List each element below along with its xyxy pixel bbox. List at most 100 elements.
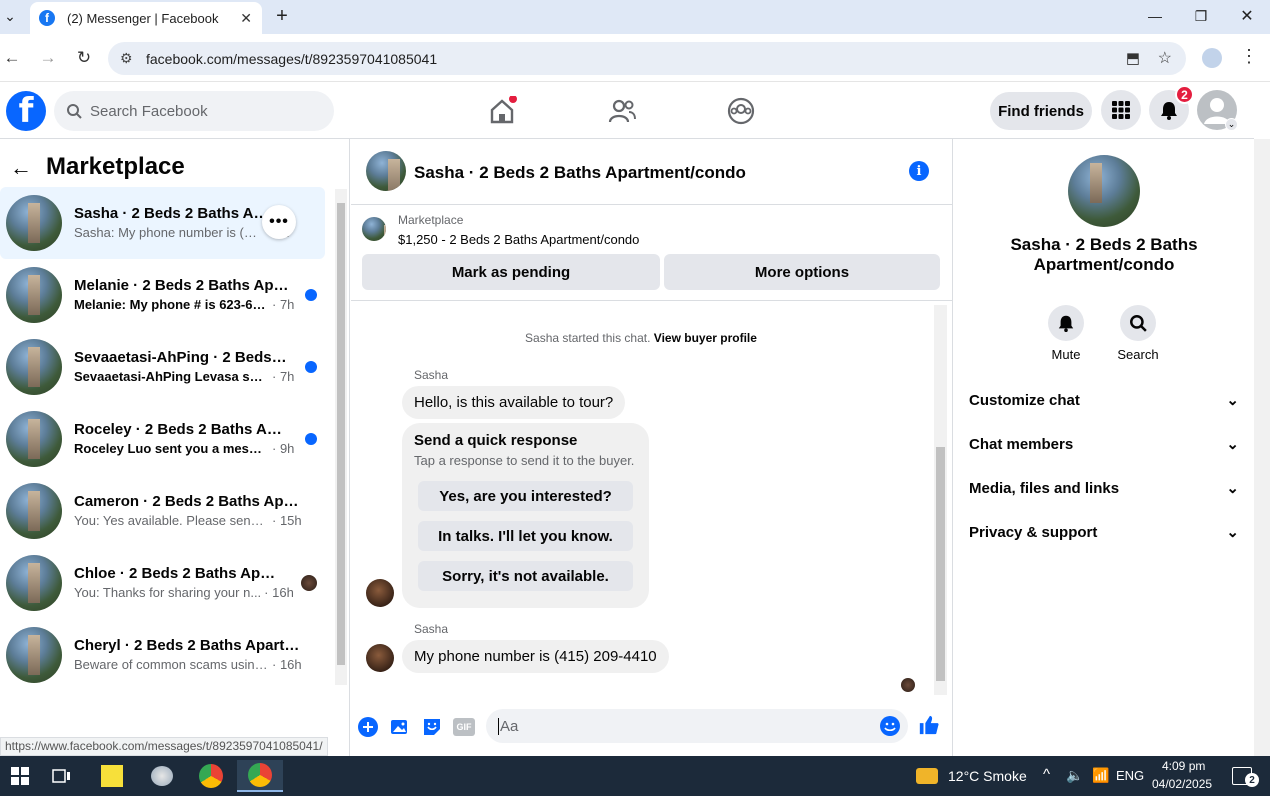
weather-text[interactable]: 12°C Smoke — [948, 768, 1027, 784]
gif-icon[interactable]: GIF — [453, 718, 475, 736]
conversation-item[interactable]: Sasha · 2 Beds 2 Baths Apartment/condo S… — [0, 187, 325, 259]
chat-avatar[interactable] — [366, 151, 406, 191]
home-icon[interactable] — [487, 96, 517, 126]
facebook-logo-icon[interactable]: f — [6, 91, 46, 131]
conversation-item[interactable]: Cameron · 2 Beds 2 Baths Apartment/condo… — [0, 475, 325, 547]
page-scrollbar[interactable] — [1254, 139, 1270, 756]
quick-response-card: Send a quick response Tap a response to … — [402, 423, 649, 608]
search-facebook-input[interactable]: Search Facebook — [54, 91, 334, 131]
chrome-icon[interactable] — [191, 760, 231, 792]
language-indicator[interactable]: ENG — [1116, 768, 1144, 783]
contact-avatar[interactable] — [1068, 155, 1140, 227]
conversation-preview: Roceley Luo sent you a messag... — [74, 441, 269, 456]
customize-chat-row[interactable]: Customize chat ⌄ — [969, 380, 1239, 420]
find-friends-button[interactable]: Find friends — [990, 92, 1092, 130]
back-arrow-icon[interactable]: ← — [10, 155, 32, 181]
media-files-row[interactable]: Media, files and links ⌄ — [969, 468, 1239, 508]
clock-time[interactable]: 4:09 pm — [1162, 759, 1205, 773]
marketplace-label: Marketplace — [398, 213, 464, 227]
message-input[interactable]: Aa — [486, 709, 908, 743]
chat-title[interactable]: Sasha · 2 Beds 2 Baths Apartment/condo — [414, 163, 746, 183]
contact-name: Sasha · 2 Beds 2 Baths Apartment/condo — [1010, 235, 1198, 274]
minimize-icon[interactable]: — — [1132, 0, 1178, 32]
more-options-icon[interactable]: ••• — [262, 205, 296, 239]
chat-scrollbar-thumb[interactable] — [936, 447, 945, 681]
menu-grid-button[interactable] — [1101, 90, 1141, 130]
conversation-time: · 9h — [272, 441, 295, 456]
profile-icon[interactable] — [1202, 48, 1222, 68]
list-scrollbar[interactable] — [335, 189, 347, 685]
browser-menu-icon[interactable]: ⋮ — [1240, 46, 1258, 67]
privacy-support-row[interactable]: Privacy & support ⌄ — [969, 512, 1239, 552]
new-tab-icon[interactable]: + — [262, 0, 302, 32]
listing-price-title[interactable]: $1,250 - 2 Beds 2 Baths Apartment/condo — [398, 232, 639, 247]
conversation-name: Chloe · 2 Beds 2 Baths Apartment/condo — [74, 565, 280, 582]
sticky-notes-icon[interactable] — [92, 760, 132, 792]
quick-reply-not-available-button[interactable]: Sorry, it's not available. — [418, 561, 633, 591]
tab-search-icon[interactable]: ⌄ — [0, 0, 20, 32]
tray-chevron-icon[interactable]: ^ — [1043, 766, 1050, 783]
info-icon[interactable]: i — [909, 161, 929, 181]
groups-icon[interactable] — [726, 96, 756, 126]
like-thumb-icon[interactable] — [918, 714, 940, 736]
chrome-active-icon[interactable] — [237, 760, 283, 792]
url-bar[interactable]: ⚙ facebook.com/messages/t/89235970410850… — [108, 42, 1186, 75]
chevron-down-icon: ⌄ — [1226, 480, 1239, 497]
restore-icon[interactable]: ❐ — [1178, 0, 1224, 32]
sender-avatar[interactable] — [366, 579, 394, 607]
mark-pending-button[interactable]: Mark as pending — [362, 254, 660, 290]
reload-icon[interactable]: ↻ — [72, 46, 96, 70]
listing-thumbnail — [6, 267, 62, 323]
volume-icon[interactable]: 🔈 — [1066, 767, 1083, 784]
chat-members-row[interactable]: Chat members ⌄ — [969, 424, 1239, 464]
message-placeholder: Aa — [498, 717, 519, 735]
chevron-down-icon: ⌄ — [1226, 392, 1239, 409]
seen-avatar — [901, 678, 915, 692]
windows-start-icon[interactable] — [0, 760, 40, 792]
sticker-icon[interactable] — [421, 716, 443, 738]
clock-date[interactable]: 04/02/2025 — [1152, 777, 1212, 791]
chat-started-notice: Sasha started this chat. View buyer prof… — [351, 331, 931, 345]
browser-tab-bar: ⌄ f (2) Messenger | Facebook ✕ + — ❐ ✕ — [0, 0, 1270, 34]
weather-icon[interactable] — [912, 760, 942, 792]
listing-thumbnail[interactable] — [362, 217, 386, 241]
bookmark-star-icon[interactable]: ☆ — [1158, 48, 1172, 68]
notification-center-icon[interactable]: 2 — [1224, 760, 1260, 792]
listing-thumbnail — [6, 483, 62, 539]
chat-panel: Sasha · 2 Beds 2 Baths Apartment/condo i… — [351, 139, 952, 756]
network-icon[interactable]: 📶 — [1092, 767, 1109, 784]
more-options-button[interactable]: More options — [664, 254, 940, 290]
emoji-icon[interactable] — [879, 715, 901, 737]
site-settings-icon[interactable]: ⚙ — [120, 50, 133, 67]
tab-close-icon[interactable]: ✕ — [240, 10, 252, 27]
quick-reply-yes-button[interactable]: Yes, are you interested? — [418, 481, 633, 511]
conversation-item[interactable]: Melanie · 2 Beds 2 Baths Apartment/condo… — [0, 259, 325, 331]
conversation-time: · 7h — [272, 369, 295, 384]
back-icon[interactable]: ← — [0, 46, 24, 70]
conversation-preview: Sevaaetasi-AhPing Levasa sent ... — [74, 369, 269, 384]
conversation-item[interactable]: Roceley · 2 Beds 2 Baths Apartment/condo… — [0, 403, 325, 475]
conversation-item[interactable]: Sevaaetasi-AhPing · 2 Beds 2 Baths Apart… — [0, 331, 325, 403]
search-chat-button[interactable]: Search — [1108, 305, 1168, 362]
listing-thumbnail — [6, 411, 62, 467]
browser-tab[interactable]: f (2) Messenger | Facebook ✕ — [30, 2, 262, 34]
install-icon[interactable]: ⬒ — [1126, 49, 1140, 67]
windows-taskbar: 12°C Smoke ^ 🔈 📶 ENG 4:09 pm 04/02/2025 … — [0, 756, 1270, 796]
chat-scrollbar[interactable] — [934, 305, 947, 695]
mute-button[interactable]: Mute — [1036, 305, 1096, 362]
close-window-icon[interactable]: ✕ — [1224, 0, 1270, 32]
conversation-item[interactable]: Cheryl · 2 Beds 2 Baths Apartment/condo … — [0, 619, 325, 691]
forward-icon[interactable]: → — [36, 46, 60, 70]
conversation-item[interactable]: Chloe · 2 Beds 2 Baths Apartment/condo Y… — [0, 547, 325, 619]
view-buyer-profile-link[interactable]: View buyer profile — [654, 331, 757, 345]
plus-icon[interactable] — [357, 716, 379, 738]
friends-icon[interactable] — [607, 96, 637, 126]
sender-avatar[interactable] — [366, 644, 394, 672]
facebook-header: f Search Facebook Find friends 2 ⌄ — [0, 82, 1254, 139]
task-view-icon[interactable] — [42, 760, 82, 792]
list-scrollbar-thumb[interactable] — [337, 203, 345, 665]
photo-icon[interactable] — [389, 716, 411, 738]
quick-reply-in-talks-button[interactable]: In talks. I'll let you know. — [418, 521, 633, 551]
paint-icon[interactable] — [142, 760, 182, 792]
account-chevron-icon[interactable]: ⌄ — [1225, 118, 1238, 131]
